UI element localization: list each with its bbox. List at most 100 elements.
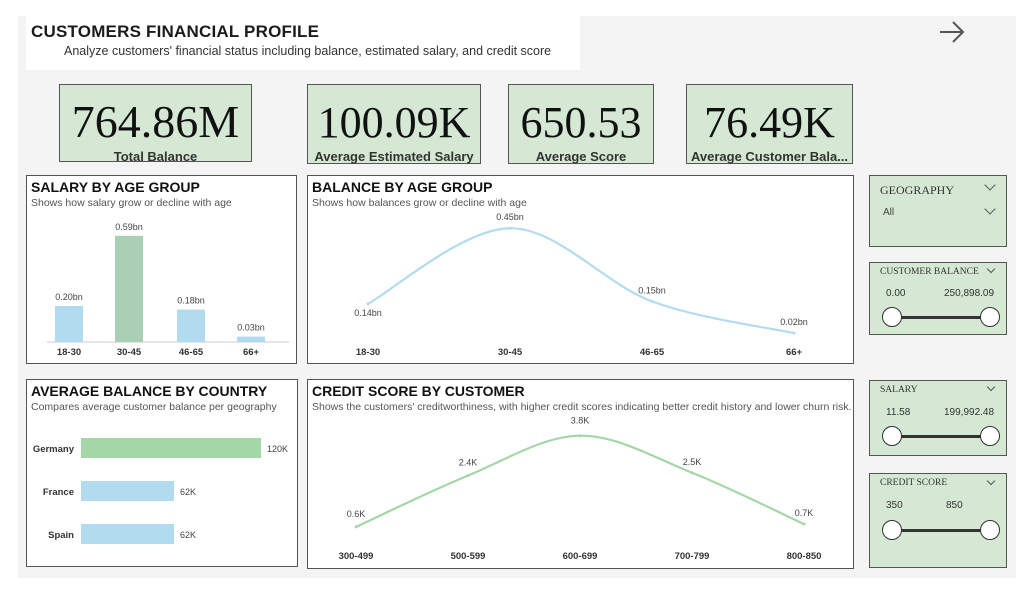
chevron-down-icon[interactable] — [986, 382, 996, 392]
data-label: 2.4K — [459, 458, 478, 468]
tick-label: France — [43, 487, 74, 498]
range-max-handle[interactable] — [980, 307, 1000, 327]
range-min-handle[interactable] — [882, 520, 902, 540]
range-min-value: 0.00 — [886, 288, 906, 299]
tick-label: 700-799 — [675, 551, 710, 562]
data-point — [650, 299, 654, 303]
data-label: 0.6K — [347, 509, 366, 519]
bar — [177, 309, 205, 342]
tick-label: 300-499 — [339, 551, 374, 562]
kpi-value: 650.53 — [520, 98, 642, 147]
salary-slicer: SALARY 11.58 199,992.48 — [869, 380, 1007, 456]
slicer-label: SALARY — [880, 385, 918, 395]
tick-label: 30-45 — [117, 347, 142, 358]
data-label: 120K — [267, 444, 288, 454]
bar — [81, 524, 174, 544]
balance-line-chart: 0.14bn 18-30 0.45bn 30-45 0.15bn 46-65 0.02bn 6… — [354, 212, 808, 358]
tick-label: 66+ — [786, 347, 803, 358]
tick-label: Germany — [33, 444, 75, 455]
data-label: 0.59bn — [115, 222, 143, 232]
kpi-total-balance: 764.86M Total Balance — [59, 84, 252, 164]
customer-balance-slicer: CUSTOMER BALANCE 0.00 250,898.09 — [869, 262, 1007, 335]
range-min-field[interactable]: 350 — [880, 495, 935, 513]
range-track — [892, 435, 990, 438]
tick-label: 66+ — [243, 347, 260, 358]
range-max-value: 199,992.48 — [944, 407, 995, 418]
data-point — [690, 471, 694, 475]
range-min-value: 350 — [886, 500, 903, 511]
data-point — [508, 226, 512, 230]
range-max-field[interactable]: 199,992.48 — [936, 402, 1000, 420]
salary-by-age-panel: SALARY BY AGE GROUP Shows how salary gro… — [26, 175, 297, 364]
data-label: 62K — [180, 487, 196, 497]
chevron-down-icon[interactable] — [986, 264, 996, 274]
country-bar-chart: Germany 120K France 62K Spain 62K — [33, 438, 288, 544]
credit-score-slicer: CREDIT SCORE 350 850 — [869, 473, 1007, 568]
kpi-average-score: 650.53 Average Score — [508, 84, 654, 164]
tick-label: 600-699 — [563, 551, 598, 562]
range-max-value: 850 — [946, 500, 963, 511]
range-min-field[interactable]: 0.00 — [880, 283, 935, 301]
chevron-down-icon[interactable] — [984, 203, 996, 215]
tick-label: 46-65 — [179, 347, 204, 358]
data-point — [466, 474, 470, 478]
data-point — [366, 302, 370, 306]
kpi-label: Average Estimated Salary — [314, 149, 474, 164]
credit-line-chart: 0.6K 300-499 2.4K 500-599 3.8K 600-699 2.5K 700… — [339, 416, 822, 562]
data-label: 0.15bn — [638, 285, 666, 295]
series-line — [367, 227, 795, 335]
slicer-label: CREDIT SCORE — [880, 478, 948, 488]
range-min-handle[interactable] — [882, 307, 902, 327]
data-label: 62K — [180, 530, 196, 540]
geography-slicer[interactable]: GEOGRAPHY All — [869, 175, 1007, 247]
kpi-average-estimated-salary: 100.09K Average Estimated Salary — [307, 84, 481, 164]
data-label: 0.7K — [795, 508, 814, 518]
kpi-value: 100.09K — [317, 98, 471, 147]
data-label: 2.5K — [683, 457, 702, 467]
tick-label: 800-850 — [787, 551, 822, 562]
data-point — [354, 525, 358, 529]
slicer-label: CUSTOMER BALANCE — [880, 267, 979, 277]
kpi-label: Average Customer Bala... — [690, 149, 849, 164]
tick-label: 30-45 — [498, 347, 523, 358]
range-max-field[interactable]: 250,898.09 — [936, 283, 1000, 301]
page-subtitle: Analyze customers' financial status incl… — [64, 44, 552, 58]
data-label: 0.03bn — [237, 323, 265, 333]
range-max-handle[interactable] — [980, 520, 1000, 540]
data-label: 0.18bn — [177, 296, 205, 306]
data-label: 3.8K — [571, 416, 590, 426]
data-label: 0.45bn — [496, 212, 524, 222]
kpi-value: 76.49K — [704, 98, 835, 147]
data-label: 0.14bn — [354, 308, 382, 318]
slicer-label: GEOGRAPHY — [880, 183, 955, 197]
kpi-label: Total Balance — [113, 149, 198, 164]
arrow-right-icon[interactable] — [936, 18, 968, 46]
page-title: CUSTOMERS FINANCIAL PROFILE — [31, 22, 320, 41]
bar — [55, 306, 83, 342]
bar — [237, 336, 265, 342]
chevron-down-icon[interactable] — [984, 179, 996, 191]
data-point — [578, 434, 582, 438]
range-track — [892, 529, 990, 532]
data-point — [802, 522, 806, 526]
series-line — [355, 434, 805, 528]
report-header: CUSTOMERS FINANCIAL PROFILE Analyze cust… — [26, 16, 580, 70]
range-min-field[interactable]: 11.58 — [880, 402, 935, 420]
range-track — [892, 316, 990, 319]
range-max-handle[interactable] — [980, 426, 1000, 446]
tick-label: 18-30 — [57, 347, 81, 358]
credit-score-panel: CREDIT SCORE BY CUSTOMER Shows the custo… — [307, 379, 854, 569]
tick-label: 46-65 — [640, 347, 665, 358]
salary-bar-chart: 0.20bn 18-30 0.59bn 30-45 0.18bn 46-65 0.03bn 6… — [47, 222, 289, 358]
range-max-field[interactable]: 850 — [936, 495, 1000, 513]
range-max-value: 250,898.09 — [944, 288, 995, 299]
avg-balance-country-panel: AVERAGE BALANCE BY COUNTRY Compares aver… — [26, 379, 298, 567]
geography-dropdown[interactable]: All — [880, 202, 1002, 222]
range-min-handle[interactable] — [882, 426, 902, 446]
kpi-label: Average Score — [535, 149, 627, 164]
tick-label: 18-30 — [356, 347, 380, 358]
bar — [115, 235, 143, 342]
balance-by-age-panel: BALANCE BY AGE GROUP Shows how balances … — [307, 175, 854, 364]
chevron-down-icon[interactable] — [986, 476, 996, 486]
tick-label: 500-599 — [451, 551, 486, 562]
